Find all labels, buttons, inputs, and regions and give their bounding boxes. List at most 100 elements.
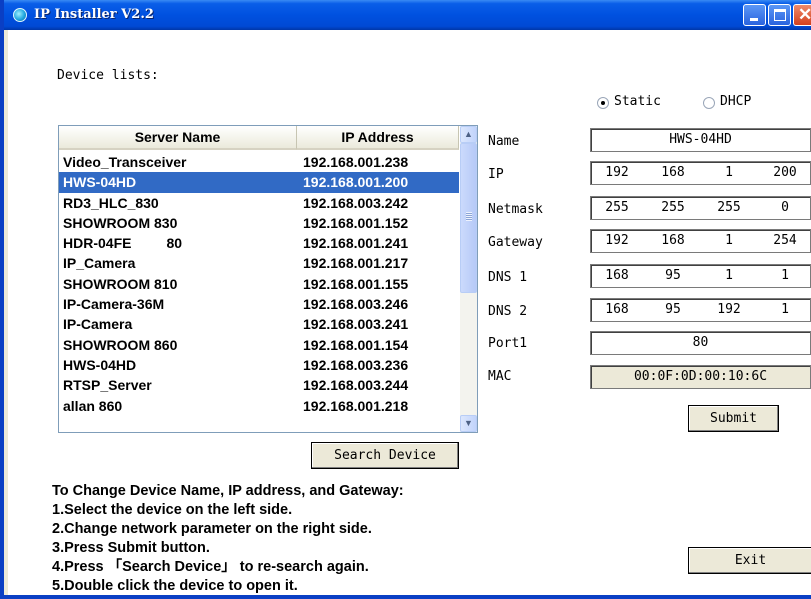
device-ip-address: 192.168.001.241: [303, 235, 409, 252]
device-row[interactable]: HWS-04HD 192.168.003.236: [59, 355, 459, 375]
device-list-rows: Video_Transceiver 192.168.001.238 HWS-04HD…: [59, 152, 459, 416]
mac-value: 00:0F:0D:00:10:6C: [633, 369, 768, 384]
maximize-icon: [774, 9, 786, 21]
device-server-name: IP-Camera: [63, 316, 133, 333]
ip-octet-2[interactable]: 168: [653, 165, 693, 180]
close-icon: ✕: [798, 5, 811, 24]
device-row[interactable]: HDR-04FE 80 192.168.001.241: [59, 233, 459, 253]
device-ip-address: 192.168.003.242: [303, 194, 409, 211]
device-row[interactable]: IP-Camera-36M 192.168.003.246: [59, 294, 459, 314]
device-ip-address: 192.168.003.244: [303, 377, 409, 394]
device-server-name: SHOWROOM 810: [63, 275, 178, 292]
device-ip-address: 192.168.001.155: [303, 275, 409, 292]
gateway-octet-1[interactable]: 192: [597, 233, 637, 248]
scroll-up-button[interactable]: ▲: [460, 126, 477, 143]
close-button[interactable]: ✕: [793, 4, 811, 26]
grip-icon: [466, 212, 472, 221]
name-field[interactable]: HWS-04HD: [590, 128, 811, 152]
app-icon: [13, 8, 27, 22]
instruction-heading: To Change Device Name, IP address, and G…: [52, 483, 404, 499]
device-row[interactable]: SHOWROOM 830 192.168.001.152: [59, 213, 459, 233]
ip-octet-1[interactable]: 192: [597, 165, 637, 180]
instruction-step-1: 1.Select the device on the left side.: [52, 502, 293, 518]
dns1-octet-3[interactable]: 1: [709, 268, 749, 283]
device-row[interactable]: SHOWROOM 860 192.168.001.154: [59, 335, 459, 355]
scroll-down-button[interactable]: ▼: [460, 415, 477, 432]
dns2-octet-1[interactable]: 168: [597, 302, 637, 317]
port1-value: 80: [692, 335, 709, 350]
dhcp-radio[interactable]: [703, 97, 715, 109]
device-ip-address: 192.168.001.218: [303, 397, 409, 414]
ip-label: IP: [488, 167, 504, 182]
device-row[interactable]: allan 860 192.168.001.218: [59, 396, 459, 416]
device-row[interactable]: IP-Camera 192.168.003.241: [59, 314, 459, 334]
static-label: Static: [614, 94, 661, 109]
gateway-octet-2[interactable]: 168: [653, 233, 693, 248]
device-row[interactable]: IP_Camera 192.168.001.217: [59, 253, 459, 273]
dns1-field[interactable]: 168 95 1 1: [590, 264, 811, 288]
device-ip-address: 192.168.003.236: [303, 356, 409, 373]
device-server-name: RD3_HLC_830: [63, 194, 159, 211]
maximize-button[interactable]: [768, 4, 791, 26]
dns1-octet-4[interactable]: 1: [765, 268, 805, 283]
device-server-name: allan 860: [63, 397, 123, 414]
device-server-name: SHOWROOM 860: [63, 336, 178, 353]
netmask-octet-1[interactable]: 255: [597, 200, 637, 215]
netmask-octet-3[interactable]: 255: [709, 200, 749, 215]
name-label: Name: [488, 134, 520, 149]
netmask-label: Netmask: [488, 202, 543, 217]
netmask-octet-4[interactable]: 0: [765, 200, 805, 215]
device-list-header: Server Name IP Address: [59, 126, 459, 150]
device-server-name: Video_Transceiver: [63, 154, 187, 170]
instruction-step-3: 3.Press Submit button.: [52, 540, 210, 556]
dhcp-label: DHCP: [720, 94, 752, 109]
netmask-octet-2[interactable]: 255: [653, 200, 693, 215]
dns1-octet-1[interactable]: 168: [597, 268, 637, 283]
device-ip-address: 192.168.003.241: [303, 316, 409, 333]
ip-octet-3[interactable]: 1: [709, 165, 749, 180]
device-row[interactable]: HWS-04HD 192.168.001.200: [59, 172, 459, 193]
gateway-label: Gateway: [488, 235, 543, 250]
column-ip-address[interactable]: IP Address: [297, 126, 459, 150]
name-value: HWS-04HD: [669, 132, 732, 147]
device-row[interactable]: RD3_HLC_830 192.168.003.242: [59, 193, 459, 213]
device-server-name: HWS-04HD: [63, 174, 137, 191]
title-bar[interactable]: IP Installer V2.2 ✕: [4, 0, 811, 30]
instructions: To Change Device Name, IP address, and G…: [52, 482, 404, 596]
dns2-field[interactable]: 168 95 192 1: [590, 298, 811, 322]
static-radio[interactable]: [597, 97, 609, 109]
dns2-octet-2[interactable]: 95: [653, 302, 693, 317]
scroll-thumb[interactable]: [460, 143, 477, 293]
port1-label: Port1: [488, 336, 528, 351]
mac-field: 00:0F:0D:00:10:6C: [590, 365, 811, 389]
device-row[interactable]: SHOWROOM 810 192.168.001.155: [59, 274, 459, 294]
device-ip-address: 192.168.001.217: [303, 255, 409, 272]
device-row[interactable]: RTSP_Server 192.168.003.244: [59, 375, 459, 395]
device-server-name: HDR-04FE 80: [63, 235, 183, 252]
device-server-name: SHOWROOM 830: [63, 214, 178, 231]
device-ip-address: 192.168.001.200: [303, 174, 409, 191]
device-list-scrollbar[interactable]: ▲ ▼: [460, 126, 477, 432]
device-ip-address: 192.168.001.152: [303, 214, 409, 231]
dns2-octet-4[interactable]: 1: [765, 302, 805, 317]
gateway-octet-4[interactable]: 254: [765, 233, 805, 248]
port1-field[interactable]: 80: [590, 331, 811, 355]
device-list[interactable]: Server Name IP Address Video_Transceiver…: [58, 125, 478, 433]
dns2-octet-3[interactable]: 192: [709, 302, 749, 317]
device-list-label: Device lists:: [57, 68, 159, 83]
gateway-octet-3[interactable]: 1: [709, 233, 749, 248]
exit-button[interactable]: Exit: [688, 547, 811, 574]
dns2-label: DNS 2: [488, 304, 528, 319]
netmask-field[interactable]: 255 255 255 0: [590, 196, 811, 220]
device-server-name: IP_Camera: [63, 255, 136, 272]
window-title: IP Installer V2.2: [34, 7, 154, 22]
dns1-octet-2[interactable]: 95: [653, 268, 693, 283]
minimize-button[interactable]: [743, 4, 766, 26]
ip-octet-4[interactable]: 200: [765, 165, 805, 180]
gateway-field[interactable]: 192 168 1 254: [590, 229, 811, 253]
column-server-name[interactable]: Server Name: [59, 126, 297, 150]
search-device-button[interactable]: Search Device: [311, 442, 459, 469]
submit-button[interactable]: Submit: [688, 405, 779, 432]
device-row[interactable]: Video_Transceiver 192.168.001.238: [59, 152, 459, 172]
ip-field[interactable]: 192 168 1 200: [590, 161, 811, 185]
